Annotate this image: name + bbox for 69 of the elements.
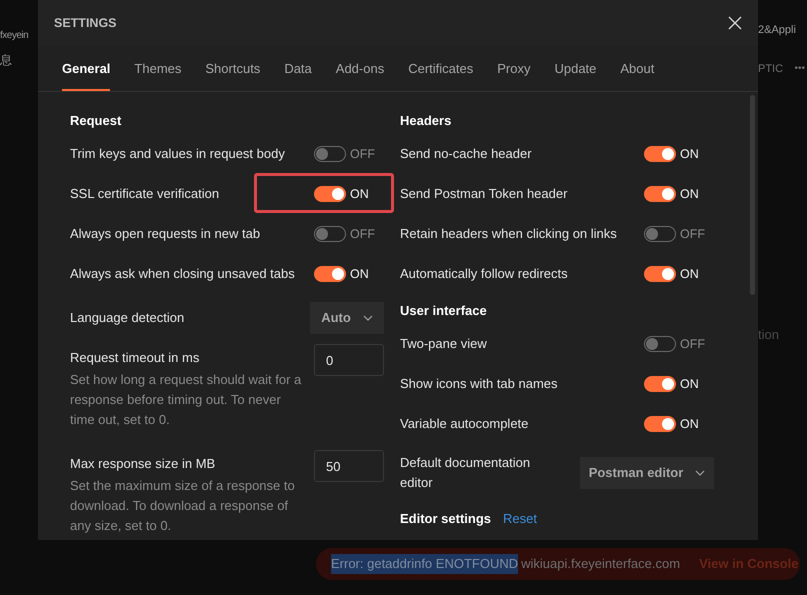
toggle-switch[interactable] xyxy=(644,416,676,432)
settings-tab[interactable]: Proxy xyxy=(497,58,530,91)
settings-tab[interactable]: Certificates xyxy=(408,58,474,91)
background-text: tion xyxy=(758,326,780,344)
toggle-switch[interactable] xyxy=(314,146,346,162)
section-heading: User interface xyxy=(400,302,487,320)
close-icon[interactable] xyxy=(728,16,742,30)
setting-label: Default documentation editor xyxy=(400,454,532,492)
toggle-switch[interactable] xyxy=(644,226,676,242)
toggle-state-label: ON xyxy=(680,376,699,393)
settings-tab[interactable]: Shortcuts xyxy=(205,58,260,91)
setting-label: Max response size in MB xyxy=(70,455,216,473)
settings-tab[interactable]: Themes xyxy=(134,58,182,91)
settings-tab[interactable]: General xyxy=(62,58,110,91)
toggle-state-label: OFF xyxy=(680,226,705,243)
editor-select[interactable]: Postman editor xyxy=(580,457,714,489)
toggle-state-label: ON xyxy=(350,186,369,203)
setting-label: Request timeout in ms xyxy=(70,349,200,367)
error-host-text: wikiuapi.fxeyeinterface.com xyxy=(521,555,680,574)
toggle-switch[interactable] xyxy=(314,186,346,202)
background-text: fxeyein xyxy=(0,29,30,43)
section-heading: Request xyxy=(70,112,122,130)
number-input-field[interactable]: 50 xyxy=(314,450,384,482)
number-input-field[interactable]: 0 xyxy=(314,344,384,376)
toggle-switch[interactable] xyxy=(644,266,676,282)
toggle-switch[interactable] xyxy=(644,376,676,392)
background-text: 息 xyxy=(0,52,13,69)
setting-label: Language detection xyxy=(70,309,184,328)
toggle-switch[interactable] xyxy=(314,266,346,282)
section-heading: Headers xyxy=(400,112,452,130)
toggle-switch[interactable] xyxy=(644,186,676,202)
settings-tab[interactable]: Update xyxy=(554,58,596,91)
toggle-state-label: ON xyxy=(680,416,699,433)
more-icon[interactable]: ••• xyxy=(794,61,805,76)
background-text: 2&Appli xyxy=(758,23,797,38)
background-tab[interactable]: PTIC xyxy=(758,60,784,77)
toggle-state-label: OFF xyxy=(680,336,705,353)
setting-description: Set how long a request should wait for a response before timing out. To never time out, set to 0. xyxy=(70,371,302,429)
setting-label: Variable autocomplete xyxy=(400,415,528,434)
toggle-state-label: ON xyxy=(680,146,699,163)
language-select[interactable]: Auto xyxy=(310,302,384,334)
setting-label: Retain headers when clicking on links xyxy=(400,225,617,244)
section-heading: Editor settings xyxy=(400,510,492,528)
toggle-state-label: OFF xyxy=(350,226,375,243)
toggle-state-label: OFF xyxy=(350,146,375,163)
chevron-down-icon xyxy=(695,470,706,476)
setting-label: Send no-cache header xyxy=(400,145,532,164)
setting-description: Set the maximum size of a response to download. To download a response of any size, set to 0. xyxy=(70,477,296,535)
settings-tab[interactable]: About xyxy=(620,58,654,91)
reset-link[interactable]: Reset xyxy=(503,509,537,529)
setting-label: Automatically follow redirects xyxy=(400,265,568,284)
toggle-state-label: ON xyxy=(680,186,699,203)
setting-label: Show icons with tab names xyxy=(400,375,558,394)
toggle-state-label: ON xyxy=(680,266,699,283)
setting-label: Trim keys and values in request body xyxy=(70,145,285,164)
setting-label: Send Postman Token header xyxy=(400,185,568,204)
setting-label: SSL certificate verification xyxy=(70,185,220,204)
toggle-switch[interactable] xyxy=(644,336,676,352)
toggle-state-label: ON xyxy=(350,266,369,283)
toggle-switch[interactable] xyxy=(644,146,676,162)
selected-error-text: Error: getaddrinfo ENOTFOUND xyxy=(331,554,518,574)
settings-tab[interactable]: Data xyxy=(284,58,312,91)
settings-tab[interactable]: Add-ons xyxy=(336,58,384,91)
chevron-down-icon xyxy=(362,315,373,321)
setting-label: Always open requests in new tab xyxy=(70,225,260,244)
setting-label: Two-pane view xyxy=(400,335,487,354)
setting-label: Always ask when closing unsaved tabs xyxy=(70,265,295,284)
dialog-title: SETTINGS xyxy=(54,14,117,32)
toggle-switch[interactable] xyxy=(314,226,346,242)
